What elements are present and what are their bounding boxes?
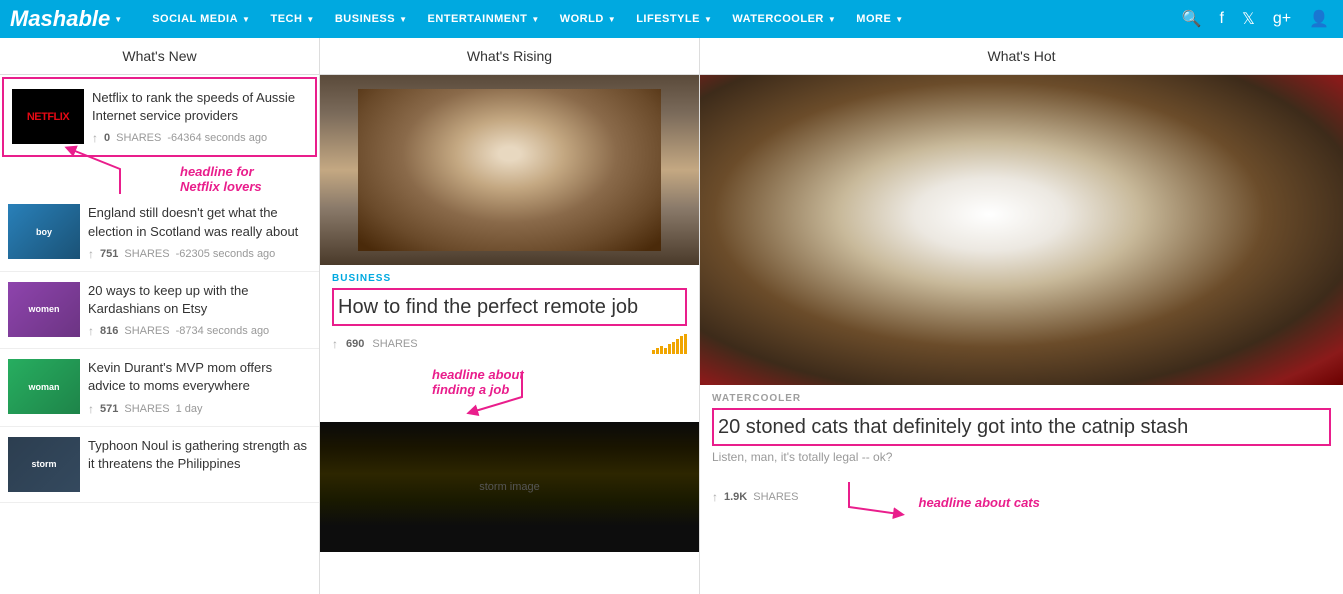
- time-label: -64364 seconds ago: [167, 132, 267, 144]
- share-icon: ↑: [712, 490, 718, 504]
- rising-title[interactable]: How to find the perfect remote job: [332, 288, 687, 326]
- desk-image-inner: [358, 89, 661, 251]
- news-thumbnail: NETFLIX: [12, 89, 84, 144]
- whats-hot-header: What's Hot: [700, 38, 1343, 75]
- news-thumbnail: storm: [8, 437, 80, 492]
- nav-watercooler[interactable]: WATERCOOLER ▼: [722, 0, 846, 38]
- nav-icon-group: 🔍 f 𝕏 g+ 👤: [1178, 5, 1333, 33]
- share-icon: ↑: [332, 337, 338, 351]
- nav-social-media[interactable]: SOCIAL MEDIA ▼: [142, 0, 260, 38]
- hot-meta: ↑ 1.9K SHARES: [712, 490, 799, 504]
- news-item-scotland[interactable]: boy England still doesn't get what the e…: [0, 194, 319, 271]
- news-thumbnail: women: [8, 282, 80, 337]
- news-item-netflix[interactable]: NETFLIX Netflix to rank the speeds of Au…: [2, 77, 317, 157]
- chevron-down-icon: ▼: [242, 15, 250, 24]
- main-content: What's New NETFLIX Netflix to rank the s…: [0, 38, 1343, 594]
- chevron-down-icon: ▼: [608, 15, 616, 24]
- trending-chart: [652, 334, 687, 354]
- news-thumbnail: woman: [8, 359, 80, 414]
- share-icon: ↑: [88, 324, 94, 338]
- cat-image-inner: [700, 75, 1343, 385]
- chevron-down-icon: ▼: [306, 15, 314, 24]
- googleplus-icon[interactable]: g+: [1269, 6, 1295, 32]
- job-annotation-label: headline aboutfinding a job: [332, 362, 687, 397]
- news-title[interactable]: Kevin Durant's MVP mom offers advice to …: [88, 359, 311, 395]
- time-label: 1 day: [176, 403, 203, 415]
- news-title[interactable]: 20 ways to keep up with the Kardashians …: [88, 282, 311, 318]
- netflix-annotation-label: headline forNetflix lovers: [80, 159, 311, 194]
- rising-content: BUSINESS How to find the perfect remote …: [320, 75, 699, 552]
- news-title[interactable]: Typhoon Noul is gathering strength as it…: [88, 437, 311, 473]
- rising-category: BUSINESS: [332, 273, 687, 284]
- cats-annotation-label: headline about cats: [919, 495, 1040, 510]
- hot-article: WATERCOOLER 20 stoned cats that definite…: [700, 385, 1343, 530]
- share-icon: ↑: [92, 131, 98, 145]
- nav-more[interactable]: MORE ▼: [846, 0, 913, 38]
- share-icon: ↑: [88, 402, 94, 416]
- nav-lifestyle[interactable]: LIFESTYLE ▼: [626, 0, 722, 38]
- news-meta: ↑ 816 SHARES -8734 seconds ago: [88, 324, 311, 338]
- hot-main-image[interactable]: [700, 75, 1343, 385]
- logo-dropdown-icon[interactable]: ▼: [114, 15, 122, 24]
- whats-hot-column: What's Hot WATERCOOLER 20 stoned cats th…: [700, 38, 1343, 594]
- nav-menu: SOCIAL MEDIA ▼ TECH ▼ BUSINESS ▼ ENTERTA…: [142, 0, 1177, 38]
- news-meta: ↑ 571 SHARES 1 day: [88, 402, 311, 416]
- time-label: -8734 seconds ago: [176, 325, 270, 337]
- chevron-down-icon: ▼: [399, 15, 407, 24]
- hot-description: Listen, man, it's totally legal -- ok?: [712, 450, 1331, 464]
- chevron-down-icon: ▼: [531, 15, 539, 24]
- chevron-down-icon: ▼: [895, 15, 903, 24]
- hot-title[interactable]: 20 stoned cats that definitely got into …: [712, 408, 1331, 446]
- nav-world[interactable]: WORLD ▼: [550, 0, 626, 38]
- news-item-kardashians[interactable]: women 20 ways to keep up with the Kardas…: [0, 272, 319, 349]
- news-thumbnail: boy: [8, 204, 80, 259]
- whats-new-header: What's New: [0, 38, 319, 75]
- nav-tech[interactable]: TECH ▼: [260, 0, 324, 38]
- share-icon: ↑: [88, 247, 94, 261]
- rising-second-image[interactable]: storm image: [320, 422, 699, 552]
- rising-meta: ↑ 690 SHARES: [332, 334, 687, 354]
- rising-main-image[interactable]: [320, 75, 699, 265]
- news-content: England still doesn't get what the elect…: [88, 204, 311, 260]
- user-icon[interactable]: 👤: [1305, 5, 1333, 33]
- netflix-logo: NETFLIX: [27, 111, 69, 123]
- news-content: Kevin Durant's MVP mom offers advice to …: [88, 359, 311, 415]
- news-item-typhoon[interactable]: storm Typhoon Noul is gathering strength…: [0, 427, 319, 503]
- whats-new-column: What's New NETFLIX Netflix to rank the s…: [0, 38, 320, 594]
- twitter-icon[interactable]: 𝕏: [1238, 5, 1259, 33]
- news-content: Typhoon Noul is gathering strength as it…: [88, 437, 311, 479]
- chevron-down-icon: ▼: [828, 15, 836, 24]
- news-title[interactable]: Netflix to rank the speeds of Aussie Int…: [92, 89, 307, 125]
- news-content: 20 ways to keep up with the Kardashians …: [88, 282, 311, 338]
- hot-category: WATERCOOLER: [712, 393, 1331, 404]
- time-label: -62305 seconds ago: [176, 248, 276, 260]
- facebook-icon[interactable]: f: [1215, 6, 1227, 32]
- site-logo[interactable]: Mashable ▼: [10, 6, 122, 32]
- whats-rising-header: What's Rising: [320, 38, 699, 75]
- rising-article: BUSINESS How to find the perfect remote …: [320, 265, 699, 362]
- whats-rising-column: What's Rising BUSINESS How to find the p…: [320, 38, 700, 594]
- news-item-kevin-durant[interactable]: woman Kevin Durant's MVP mom offers advi…: [0, 349, 319, 426]
- chevron-down-icon: ▼: [704, 15, 712, 24]
- news-meta: ↑ 0 SHARES -64364 seconds ago: [92, 131, 307, 145]
- news-meta: ↑ 751 SHARES -62305 seconds ago: [88, 247, 311, 261]
- news-content: Netflix to rank the speeds of Aussie Int…: [92, 89, 307, 145]
- nav-business[interactable]: BUSINESS ▼: [325, 0, 418, 38]
- search-icon[interactable]: 🔍: [1178, 5, 1206, 33]
- nav-entertainment[interactable]: ENTERTAINMENT ▼: [418, 0, 550, 38]
- news-title[interactable]: England still doesn't get what the elect…: [88, 204, 311, 240]
- navigation: Mashable ▼ SOCIAL MEDIA ▼ TECH ▼ BUSINES…: [0, 0, 1343, 38]
